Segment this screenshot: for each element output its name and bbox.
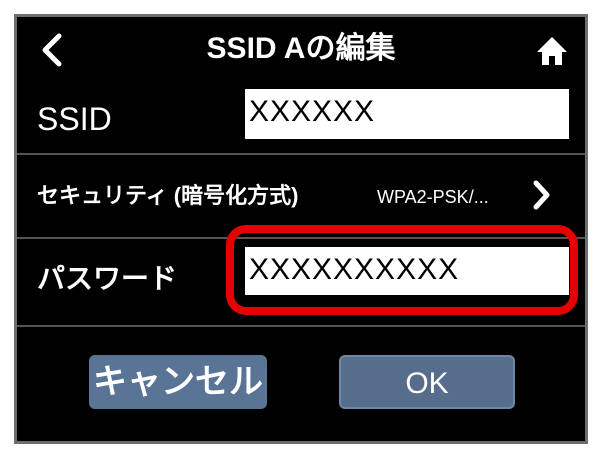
divider: [17, 153, 585, 155]
password-label: パスワード: [37, 263, 178, 294]
security-label: セキュリティ (暗号化方式): [37, 183, 299, 208]
header-bar: SSID Aの編集: [17, 17, 585, 85]
device-screen: SSID Aの編集 SSID XXXXXX セキュリティ (暗号化方式) WPA…: [14, 14, 588, 444]
divider: [17, 325, 585, 327]
chevron-right-icon[interactable]: [531, 179, 553, 211]
ok-button[interactable]: OK: [339, 355, 515, 409]
security-value[interactable]: WPA2-PSK/...: [377, 184, 489, 210]
page-title: SSID Aの編集: [206, 32, 396, 65]
cancel-button[interactable]: キャンセル: [89, 355, 267, 409]
ssid-field[interactable]: XXXXXX: [245, 89, 569, 139]
ssid-label: SSID: [37, 101, 112, 137]
password-field[interactable]: XXXXXXXXXX: [245, 247, 569, 295]
home-icon[interactable]: [535, 35, 569, 67]
